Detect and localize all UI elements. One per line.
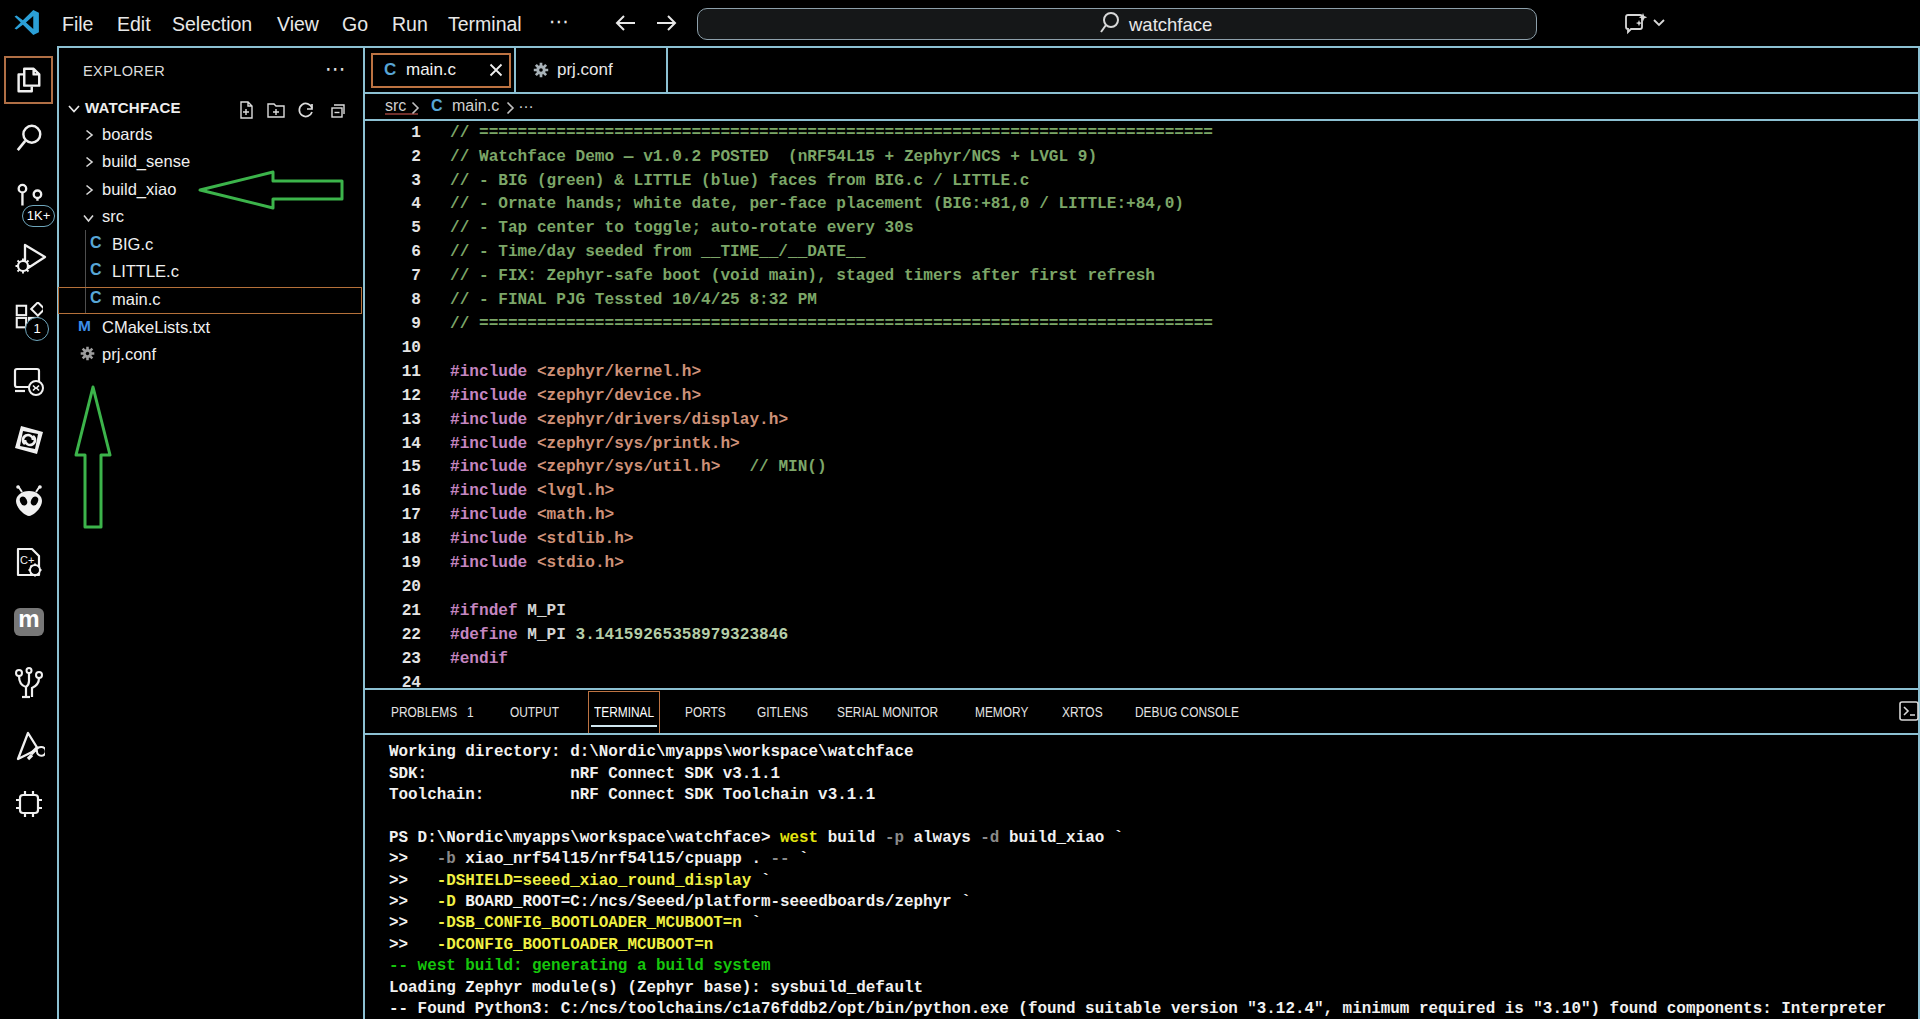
svg-text:C+: C+ [20,554,34,566]
